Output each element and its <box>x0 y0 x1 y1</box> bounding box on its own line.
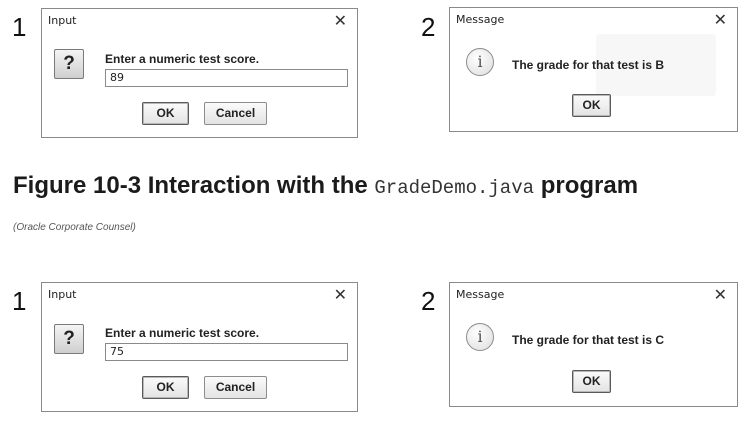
message-text: The grade for that test is C <box>512 333 665 347</box>
dialog-titlebar: Input ✕ <box>42 9 357 35</box>
step-number: 2 <box>421 12 436 42</box>
close-icon[interactable]: ✕ <box>334 285 347 304</box>
step-number: 1 <box>12 12 27 42</box>
score-input[interactable]: 75 <box>105 343 348 361</box>
message-dialog: Message ✕ i The grade for that test is C… <box>449 282 738 407</box>
close-icon[interactable]: ✕ <box>714 285 727 304</box>
step-number: 1 <box>12 286 27 316</box>
caption-code: GradeDemo.java <box>374 177 535 199</box>
dialog-titlebar: Message ✕ <box>450 283 737 309</box>
close-icon[interactable]: ✕ <box>714 10 727 29</box>
message-dialog: Message ✕ i The grade for that test is B… <box>449 7 738 132</box>
ok-button[interactable]: OK <box>142 376 189 399</box>
caption-text: Figure 10-3 Interaction with the <box>13 172 368 199</box>
info-icon: i <box>466 48 494 76</box>
prompt-label: Enter a numeric test score. <box>105 52 260 66</box>
figure-caption: Figure 10-3 Interaction with the GradeDe… <box>13 172 638 200</box>
question-icon: ? <box>54 49 84 79</box>
dialog-titlebar: Message ✕ <box>450 8 737 34</box>
figure-credit: (Oracle Corporate Counsel) <box>13 222 136 233</box>
score-input[interactable]: 89 <box>105 69 348 87</box>
prompt-label: Enter a numeric test score. <box>105 326 260 340</box>
question-icon: ? <box>54 324 84 354</box>
dialog-titlebar: Input ✕ <box>42 283 357 309</box>
dialog-title: Input <box>48 14 77 27</box>
dialog-title: Message <box>456 13 505 26</box>
caption-text: program <box>540 172 639 199</box>
dialog-title: Input <box>48 288 77 301</box>
cancel-button[interactable]: Cancel <box>204 102 267 125</box>
ok-button[interactable]: OK <box>142 102 189 125</box>
step-number: 2 <box>421 286 436 316</box>
info-icon: i <box>466 323 494 351</box>
input-dialog: Input ✕ ? Enter a numeric test score. 75… <box>41 282 358 412</box>
message-text: The grade for that test is B <box>512 58 665 72</box>
input-dialog: Input ✕ ? Enter a numeric test score. 89… <box>41 8 358 138</box>
ok-button[interactable]: OK <box>572 370 611 393</box>
close-icon[interactable]: ✕ <box>334 11 347 30</box>
dialog-title: Message <box>456 288 505 301</box>
cancel-button[interactable]: Cancel <box>204 376 267 399</box>
ok-button[interactable]: OK <box>572 94 611 117</box>
